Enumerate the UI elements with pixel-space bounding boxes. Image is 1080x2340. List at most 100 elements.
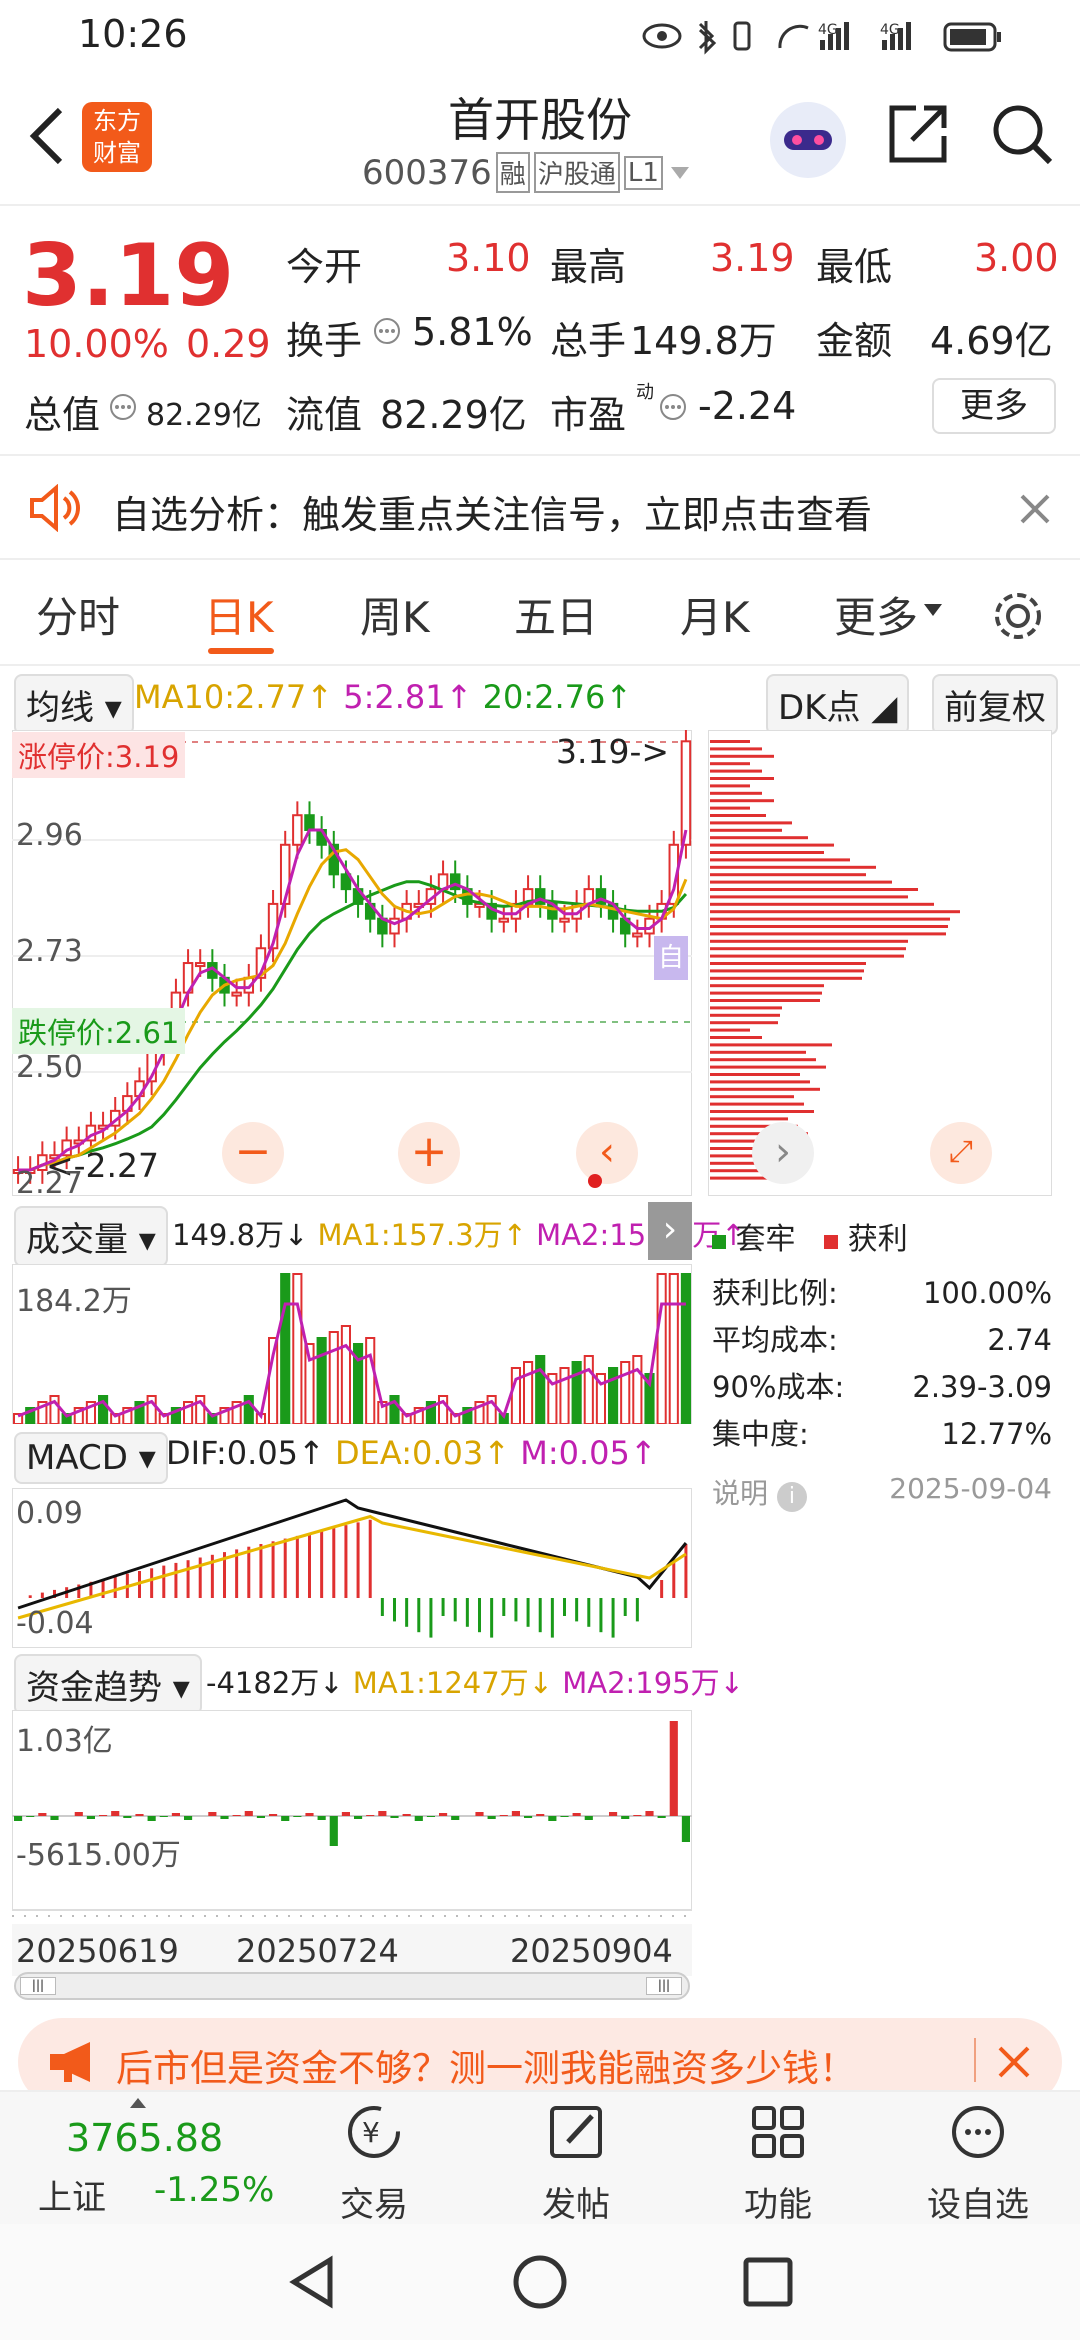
chip-note[interactable]: 说明 i 2025-09-04 (712, 1472, 1052, 1512)
kline-candle (680, 740, 692, 846)
fund-top-label: 1.03亿 (16, 1724, 113, 1759)
macd-selector[interactable]: MACD ▾ (14, 1432, 168, 1484)
change-pct: 10.00% (24, 322, 169, 366)
fund-bar (402, 1814, 411, 1816)
more-dots-icon (952, 2106, 1004, 2158)
macd-m: M:0.05↑ (520, 1434, 657, 1472)
scroll-left-button[interactable]: ‹ (576, 1122, 638, 1184)
chip-bar (710, 932, 946, 936)
ad-close-icon[interactable] (994, 2042, 1034, 2082)
volume-bar (668, 1273, 679, 1424)
chip-bar (710, 821, 792, 825)
volume-bar (510, 1367, 522, 1424)
post-icon (550, 2106, 602, 2158)
settings-gear-icon[interactable] (990, 588, 1046, 644)
info-icon[interactable] (658, 392, 688, 422)
chip-bar (710, 1117, 788, 1121)
chip-bar (710, 1050, 806, 1054)
tag-level: L1 (623, 155, 663, 190)
chip-bar (710, 954, 904, 958)
chip-bar (710, 880, 892, 884)
range-handle-right[interactable]: ||| (646, 1977, 682, 1995)
fullscreen-button[interactable]: ⤢ (930, 1122, 992, 1184)
chip-bar (710, 865, 876, 869)
chip-bar (710, 947, 906, 951)
nav-post-label: 发帖 (542, 2185, 610, 2225)
ma-selector-label: 均线 (26, 688, 94, 728)
nav-trade[interactable]: ¥ 交易 (294, 2092, 454, 2226)
close-icon[interactable] (1018, 492, 1052, 526)
nav-watchlist-label: 设自选 (927, 2185, 1029, 2225)
macd-dif: DIF:0.05↑ (166, 1434, 325, 1472)
zoom-in-button[interactable]: + (398, 1122, 460, 1184)
assistant-avatar[interactable] (770, 102, 846, 178)
volume-selector[interactable]: 成交量 ▾ (14, 1206, 168, 1267)
chip-bar (710, 1080, 810, 1084)
nav-function[interactable]: 功能 (698, 2092, 858, 2226)
ma-selector[interactable]: 均线 ▾ (14, 674, 134, 735)
fund-bar (645, 1811, 654, 1816)
tab-five-day[interactable]: 五日 (514, 584, 598, 645)
nav-watchlist[interactable]: 设自选 (898, 2092, 1058, 2226)
chip-bar (710, 1043, 832, 1047)
chip-row-value: 2.39-3.09 (912, 1370, 1052, 1404)
range-handle-left[interactable]: ||| (20, 1977, 56, 1995)
kline-candle (292, 814, 303, 846)
fund-bar (511, 1811, 520, 1816)
fund-bar (281, 1816, 290, 1821)
tab-intraday[interactable]: 分时 (36, 584, 120, 645)
net1: 4G (818, 22, 838, 38)
system-nav (0, 2224, 1080, 2340)
range-scrollbar[interactable]: ||| ||| (14, 1972, 690, 2000)
info-icon[interactable] (372, 316, 402, 346)
fund-bar (14, 1816, 23, 1821)
share-icon[interactable] (886, 102, 950, 166)
tab-weekly-k[interactable]: 周K (360, 584, 430, 645)
chip-bar (710, 828, 782, 832)
fund-bar (499, 1815, 508, 1816)
fund-bar (669, 1721, 678, 1816)
volume-bar (340, 1325, 352, 1424)
system-recents-icon[interactable] (742, 2256, 794, 2308)
more-button[interactable]: 更多 (932, 378, 1056, 434)
date-end: 20250904 (510, 1932, 673, 1970)
fund-selector[interactable]: 资金趋势 ▾ (14, 1654, 202, 1715)
y-label-4: 2.27 (16, 1166, 83, 1201)
info-icon[interactable] (108, 392, 138, 422)
banner-text: 自选分析：触发重点关注信号，立即点击查看 (112, 493, 873, 537)
dk-button[interactable]: DK点 ◢ (766, 674, 910, 735)
fq-button[interactable]: 前复权 (932, 674, 1058, 735)
fund-bar (50, 1816, 59, 1820)
fund-bar (681, 1816, 690, 1842)
fund-selector-label: 资金趋势 (26, 1668, 162, 1708)
expand-panel-button[interactable]: › (648, 1202, 692, 1260)
dropdown-icon[interactable] (667, 163, 693, 183)
fund-bar (341, 1812, 350, 1816)
system-home-icon[interactable] (512, 2254, 568, 2310)
tab-monthly-k[interactable]: 月K (680, 584, 750, 645)
volume-bar (608, 1367, 619, 1424)
index-value[interactable]: 3765.88 (66, 2116, 223, 2160)
zoom-out-button[interactable]: − (222, 1122, 284, 1184)
system-back-icon[interactable] (284, 2254, 340, 2310)
tab-more[interactable]: 更多 (834, 584, 918, 645)
chip-bar (710, 939, 908, 943)
tag-rong: 融 (495, 152, 530, 193)
open-label: 今开 (286, 245, 363, 289)
tab-daily-k[interactable]: 日K (204, 584, 274, 645)
fund-bar (657, 1816, 666, 1818)
fund-bar (86, 1816, 95, 1819)
chip-bar (710, 984, 824, 988)
ma5-value: 5:2.81↑ (343, 678, 473, 716)
self-tag: 自 (654, 936, 688, 980)
high-label: 最高 (550, 245, 627, 289)
chip-expand-left-button[interactable]: › (752, 1122, 814, 1184)
fund-bar (232, 1815, 241, 1816)
fund-bar (317, 1816, 326, 1820)
status-icons: 4G 4G (642, 21, 1001, 55)
search-icon[interactable] (988, 100, 1056, 168)
chip-bar (710, 1058, 816, 1062)
nav-post[interactable]: 发帖 (496, 2092, 656, 2226)
chip-legend: 套牢 获利 (712, 1214, 908, 1258)
analysis-banner[interactable]: 自选分析：触发重点关注信号，立即点击查看 (0, 456, 1080, 560)
